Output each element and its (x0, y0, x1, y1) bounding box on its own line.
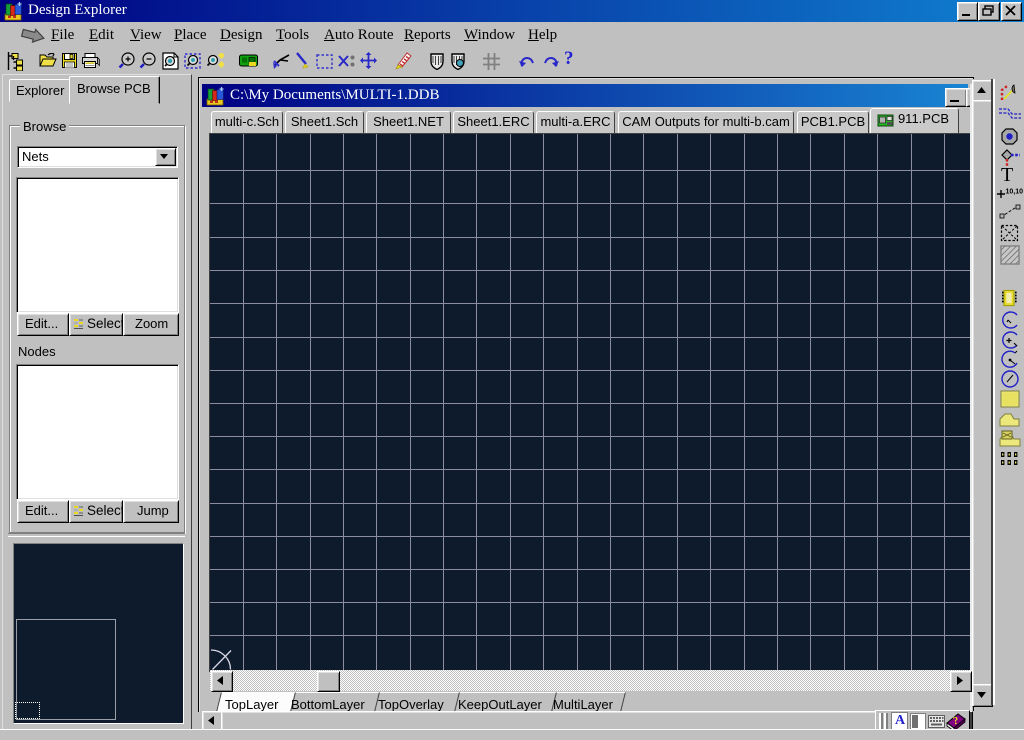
svg-text:10,10: 10,10 (1006, 189, 1024, 196)
